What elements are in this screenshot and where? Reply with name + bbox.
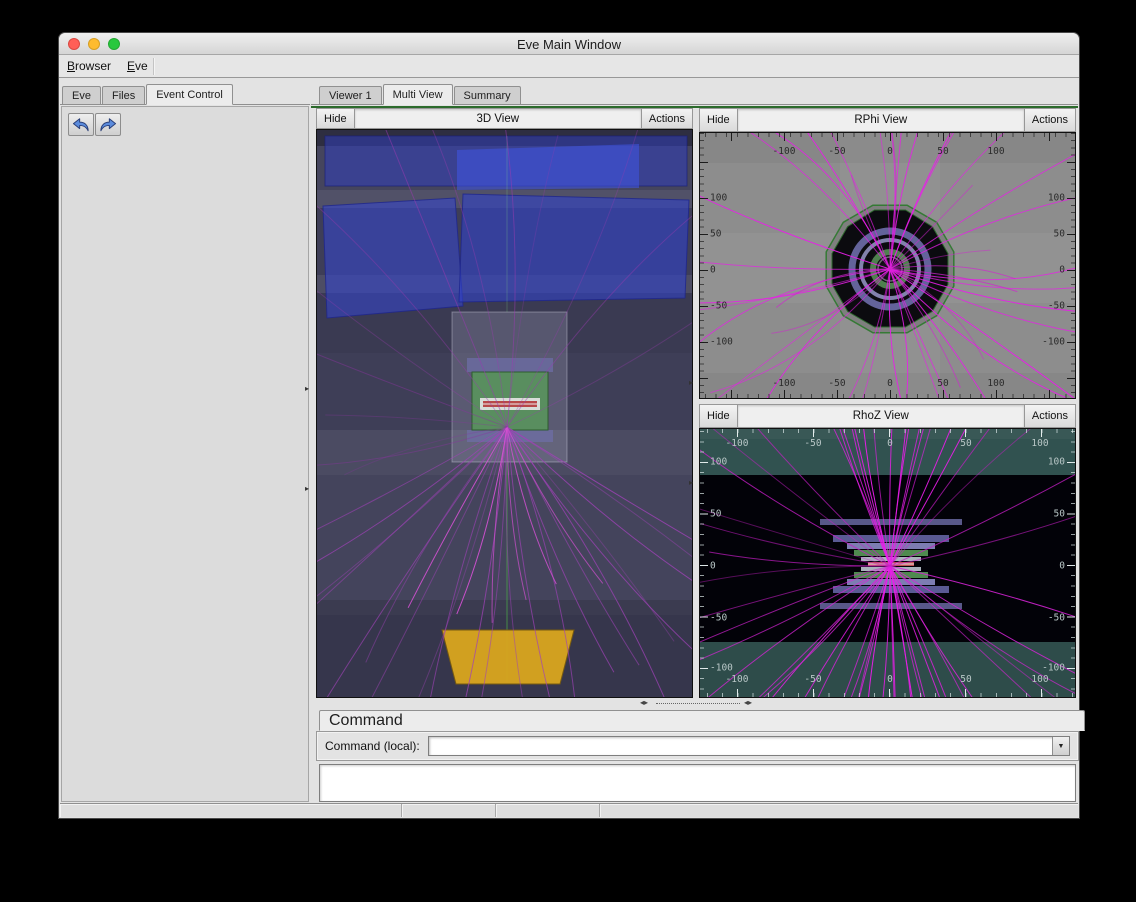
command-group: Command (local): ▼ xyxy=(316,731,1079,761)
splitter-handle[interactable]: ◂▸ xyxy=(640,699,648,707)
eve-main-window: Eve Main Window Browser Eve Eve Files Ev… xyxy=(58,32,1080,819)
event-control-panel xyxy=(61,106,309,802)
rphi-view-actions-button[interactable]: Actions xyxy=(1024,109,1075,131)
rphi-scene xyxy=(700,133,1076,399)
status-segment xyxy=(402,804,496,817)
status-segment xyxy=(60,804,402,817)
rhoz-view-actions-button[interactable]: Actions xyxy=(1024,405,1075,427)
splitter-line xyxy=(656,703,740,704)
3d-scene xyxy=(317,130,693,698)
tab-viewer-1[interactable]: Viewer 1 xyxy=(319,86,382,104)
desktop: Eve Main Window Browser Eve Eve Files Ev… xyxy=(0,0,1136,902)
rphi-view-header: Hide RPhi View Actions xyxy=(699,108,1076,132)
splitter-handle[interactable]: ▸ xyxy=(305,485,309,493)
next-event-button[interactable] xyxy=(95,113,121,136)
splitter-handle[interactable]: ▸ xyxy=(689,379,693,387)
chevron-down-icon: ▼ xyxy=(1058,743,1065,750)
3d-view-actions-button[interactable]: Actions xyxy=(641,109,692,128)
tab-event-control[interactable]: Event Control xyxy=(146,84,233,105)
menu-browser[interactable]: Browser xyxy=(67,59,111,73)
3d-view-header: Hide 3D View Actions xyxy=(316,108,693,129)
splitter-handle[interactable]: ▸ xyxy=(689,479,693,487)
forward-arrow-icon xyxy=(98,117,118,133)
left-tabbar: Eve Files Event Control xyxy=(60,83,310,105)
command-combobox: ▼ xyxy=(428,736,1070,756)
rhoz-viewport[interactable]: -100 -50 0 50 100 -100 -50 0 50 100 100 … xyxy=(699,428,1076,698)
rhoz-view-title[interactable]: RhoZ View xyxy=(738,405,1024,427)
muon-chamber-geometry xyxy=(323,136,689,318)
back-arrow-icon xyxy=(71,117,91,133)
tab-multi-view[interactable]: Multi View xyxy=(383,84,453,105)
browser-left-panel: Eve Files Event Control xyxy=(60,79,310,803)
tab-files[interactable]: Files xyxy=(102,86,145,104)
command-input[interactable] xyxy=(429,737,1052,755)
rhoz-scene xyxy=(700,429,1076,698)
rphi-view-hide-button[interactable]: Hide xyxy=(700,109,738,131)
menu-eve[interactable]: Eve xyxy=(127,59,148,73)
menubar-divider xyxy=(153,58,155,75)
splitter-handle[interactable]: ▸ xyxy=(305,385,309,393)
tab-summary[interactable]: Summary xyxy=(454,86,521,104)
status-bar xyxy=(60,803,1078,817)
window-title: Eve Main Window xyxy=(59,37,1079,52)
menubar: Browser Eve xyxy=(59,55,1079,78)
window-titlebar[interactable]: Eve Main Window xyxy=(59,33,1079,55)
3d-view-title[interactable]: 3D View xyxy=(355,109,641,128)
command-output[interactable] xyxy=(319,764,1076,802)
rphi-view-title[interactable]: RPhi View xyxy=(738,109,1024,131)
tab-eve[interactable]: Eve xyxy=(62,86,101,104)
previous-event-button[interactable] xyxy=(68,113,94,136)
rhoz-view-hide-button[interactable]: Hide xyxy=(700,405,738,427)
status-segment xyxy=(600,804,1078,817)
viewer-area: Viewer 1 Multi View Summary Hide 3D View… xyxy=(311,79,1078,803)
rphi-viewport[interactable]: -100 -50 0 50 100 -100 -50 0 50 100 100 … xyxy=(699,132,1076,399)
command-label: Command (local): xyxy=(325,739,420,753)
tab-command[interactable]: Command xyxy=(319,710,1085,731)
3d-view-hide-button[interactable]: Hide xyxy=(317,109,355,128)
status-segment xyxy=(496,804,600,817)
calorimeter-geometry xyxy=(442,630,574,684)
splitter-handle[interactable]: ◂▸ xyxy=(744,699,752,707)
3d-viewport[interactable] xyxy=(316,129,693,698)
main-tabbar: Viewer 1 Multi View Summary xyxy=(311,83,1078,105)
rhoz-view-header: Hide RhoZ View Actions xyxy=(699,404,1076,428)
combobox-dropdown-button[interactable]: ▼ xyxy=(1052,737,1069,755)
horizontal-splitter[interactable]: ◂▸ ◂▸ xyxy=(316,699,1079,708)
